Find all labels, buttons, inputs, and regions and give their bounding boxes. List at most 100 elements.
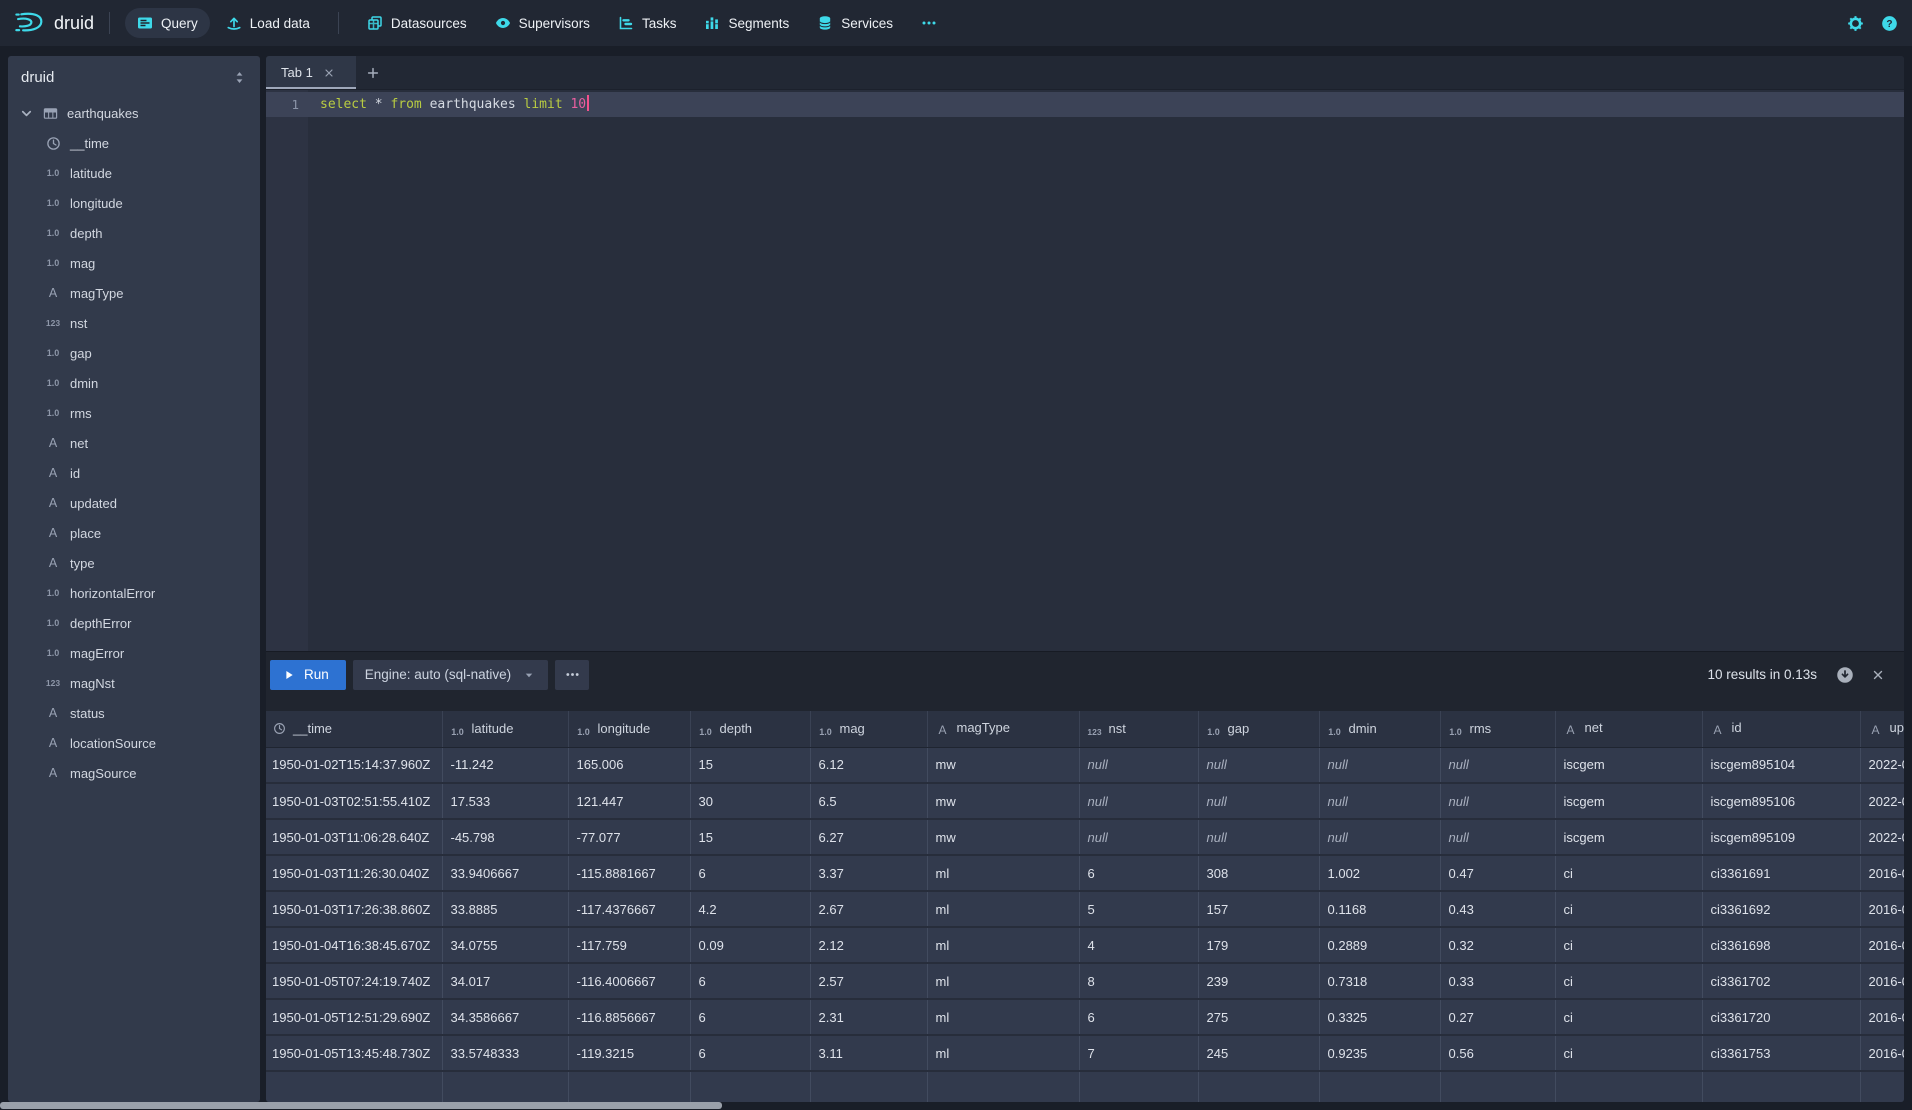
table-cell[interactable]: 179 bbox=[1198, 927, 1319, 963]
table-cell[interactable]: ci3361698 bbox=[1702, 927, 1860, 963]
column-header-longitude[interactable]: 1.0longitude bbox=[568, 711, 690, 747]
column-item-depthError[interactable]: 1.0depthError bbox=[8, 608, 260, 638]
column-item-net[interactable]: Anet bbox=[8, 428, 260, 458]
table-cell[interactable]: ml bbox=[927, 1035, 1079, 1071]
column-item-magNst[interactable]: 123magNst bbox=[8, 668, 260, 698]
table-cell[interactable]: 4.2 bbox=[690, 891, 810, 927]
table-cell[interactable]: iscgem895104 bbox=[1702, 747, 1860, 783]
table-cell[interactable]: ci3361691 bbox=[1702, 855, 1860, 891]
table-cell[interactable]: 6 bbox=[690, 999, 810, 1035]
column-item-latitude[interactable]: 1.0latitude bbox=[8, 158, 260, 188]
table-cell[interactable]: 33.5748333 bbox=[442, 1035, 568, 1071]
column-header-dmin[interactable]: 1.0dmin bbox=[1319, 711, 1440, 747]
table-cell[interactable]: ci3361702 bbox=[1702, 963, 1860, 999]
table-cell[interactable] bbox=[568, 1071, 690, 1102]
column-item-magSource[interactable]: AmagSource bbox=[8, 758, 260, 788]
table-cell[interactable]: null bbox=[1440, 747, 1555, 783]
table-cell[interactable]: 1950-01-05T12:51:29.690Z bbox=[266, 999, 442, 1035]
query-more-button[interactable] bbox=[555, 660, 589, 690]
column-item-status[interactable]: Astatus bbox=[8, 698, 260, 728]
table-cell[interactable]: 6 bbox=[1079, 999, 1198, 1035]
table-cell[interactable]: -117.759 bbox=[568, 927, 690, 963]
table-cell[interactable]: 2022-0 bbox=[1860, 783, 1904, 819]
table-cell[interactable]: mw bbox=[927, 747, 1079, 783]
table-cell[interactable]: iscgem895109 bbox=[1702, 819, 1860, 855]
table-cell[interactable]: -116.8856667 bbox=[568, 999, 690, 1035]
nav-item-services[interactable]: Services bbox=[805, 8, 905, 38]
table-cell[interactable]: -116.4006667 bbox=[568, 963, 690, 999]
table-cell[interactable]: 30 bbox=[690, 783, 810, 819]
sort-icon[interactable] bbox=[232, 70, 247, 85]
table-cell[interactable]: 4 bbox=[1079, 927, 1198, 963]
table-cell[interactable]: 157 bbox=[1198, 891, 1319, 927]
table-cell[interactable]: ml bbox=[927, 963, 1079, 999]
table-cell[interactable]: 1950-01-03T11:26:30.040Z bbox=[266, 855, 442, 891]
table-cell[interactable]: 0.33 bbox=[1440, 963, 1555, 999]
table-cell[interactable]: 2016-0 bbox=[1860, 927, 1904, 963]
table-cell[interactable]: 0.56 bbox=[1440, 1035, 1555, 1071]
table-cell[interactable]: 2022-0 bbox=[1860, 747, 1904, 783]
table-cell[interactable]: null bbox=[1319, 819, 1440, 855]
chevron-down-icon[interactable] bbox=[19, 106, 34, 121]
table-cell[interactable]: 6.12 bbox=[810, 747, 927, 783]
horizontal-scrollbar[interactable] bbox=[0, 1102, 722, 1109]
table-cell[interactable]: -117.4376667 bbox=[568, 891, 690, 927]
table-cell[interactable]: iscgem bbox=[1555, 747, 1702, 783]
table-cell[interactable]: 7 bbox=[1079, 1035, 1198, 1071]
table-cell[interactable]: -77.077 bbox=[568, 819, 690, 855]
table-cell[interactable]: 2.31 bbox=[810, 999, 927, 1035]
table-cell[interactable]: 0.09 bbox=[690, 927, 810, 963]
column-item-mag[interactable]: 1.0mag bbox=[8, 248, 260, 278]
table-cell[interactable]: 33.8885 bbox=[442, 891, 568, 927]
column-item-place[interactable]: Aplace bbox=[8, 518, 260, 548]
nav-item-datasources[interactable]: Datasources bbox=[355, 8, 479, 38]
table-cell[interactable]: 17.533 bbox=[442, 783, 568, 819]
table-cell[interactable]: 34.017 bbox=[442, 963, 568, 999]
table-cell[interactable]: 2016-0 bbox=[1860, 1035, 1904, 1071]
table-cell[interactable]: 1950-01-05T13:45:48.730Z bbox=[266, 1035, 442, 1071]
table-cell[interactable]: 245 bbox=[1198, 1035, 1319, 1071]
table-cell[interactable]: 34.0755 bbox=[442, 927, 568, 963]
table-cell[interactable]: 34.3586667 bbox=[442, 999, 568, 1035]
table-cell[interactable]: -45.798 bbox=[442, 819, 568, 855]
table-cell[interactable] bbox=[1860, 1071, 1904, 1102]
table-cell[interactable]: 121.447 bbox=[568, 783, 690, 819]
tab-query-1[interactable]: Tab 1 bbox=[266, 56, 356, 89]
column-header-gap[interactable]: 1.0gap bbox=[1198, 711, 1319, 747]
table-cell[interactable]: 1950-01-04T16:38:45.670Z bbox=[266, 927, 442, 963]
close-results-icon[interactable] bbox=[1871, 668, 1885, 682]
table-cell[interactable]: -115.8881667 bbox=[568, 855, 690, 891]
table-cell[interactable]: 165.006 bbox=[568, 747, 690, 783]
table-cell[interactable] bbox=[927, 1071, 1079, 1102]
table-cell[interactable]: ml bbox=[927, 927, 1079, 963]
settings-gear-icon[interactable] bbox=[1847, 15, 1864, 32]
table-cell[interactable]: iscgem bbox=[1555, 819, 1702, 855]
table-cell[interactable] bbox=[266, 1071, 442, 1102]
table-cell[interactable]: 0.32 bbox=[1440, 927, 1555, 963]
table-cell[interactable]: 239 bbox=[1198, 963, 1319, 999]
nav-item-query[interactable]: Query bbox=[125, 8, 210, 38]
column-item-updated[interactable]: Aupdated bbox=[8, 488, 260, 518]
column-item-magType[interactable]: AmagType bbox=[8, 278, 260, 308]
help-icon[interactable]: ? bbox=[1881, 15, 1898, 32]
column-item-id[interactable]: Aid bbox=[8, 458, 260, 488]
table-cell[interactable]: 0.1168 bbox=[1319, 891, 1440, 927]
table-cell[interactable]: 0.43 bbox=[1440, 891, 1555, 927]
new-tab-button[interactable] bbox=[356, 56, 390, 89]
column-item-__time[interactable]: __time bbox=[8, 128, 260, 158]
column-header-id[interactable]: Aid bbox=[1702, 711, 1860, 747]
column-header-magType[interactable]: AmagType bbox=[927, 711, 1079, 747]
table-cell[interactable]: 275 bbox=[1198, 999, 1319, 1035]
table-cell[interactable]: 6 bbox=[690, 1035, 810, 1071]
table-cell[interactable]: 2016-0 bbox=[1860, 891, 1904, 927]
table-cell[interactable]: 3.11 bbox=[810, 1035, 927, 1071]
table-cell[interactable]: null bbox=[1319, 783, 1440, 819]
column-item-longitude[interactable]: 1.0longitude bbox=[8, 188, 260, 218]
table-cell[interactable] bbox=[1319, 1071, 1440, 1102]
column-header-updated[interactable]: Aupdated bbox=[1860, 711, 1904, 747]
table-cell[interactable]: 308 bbox=[1198, 855, 1319, 891]
column-header-__time[interactable]: __time bbox=[266, 711, 442, 747]
table-cell[interactable]: -119.3215 bbox=[568, 1035, 690, 1071]
column-header-mag[interactable]: 1.0mag bbox=[810, 711, 927, 747]
table-cell[interactable]: 2016-0 bbox=[1860, 963, 1904, 999]
